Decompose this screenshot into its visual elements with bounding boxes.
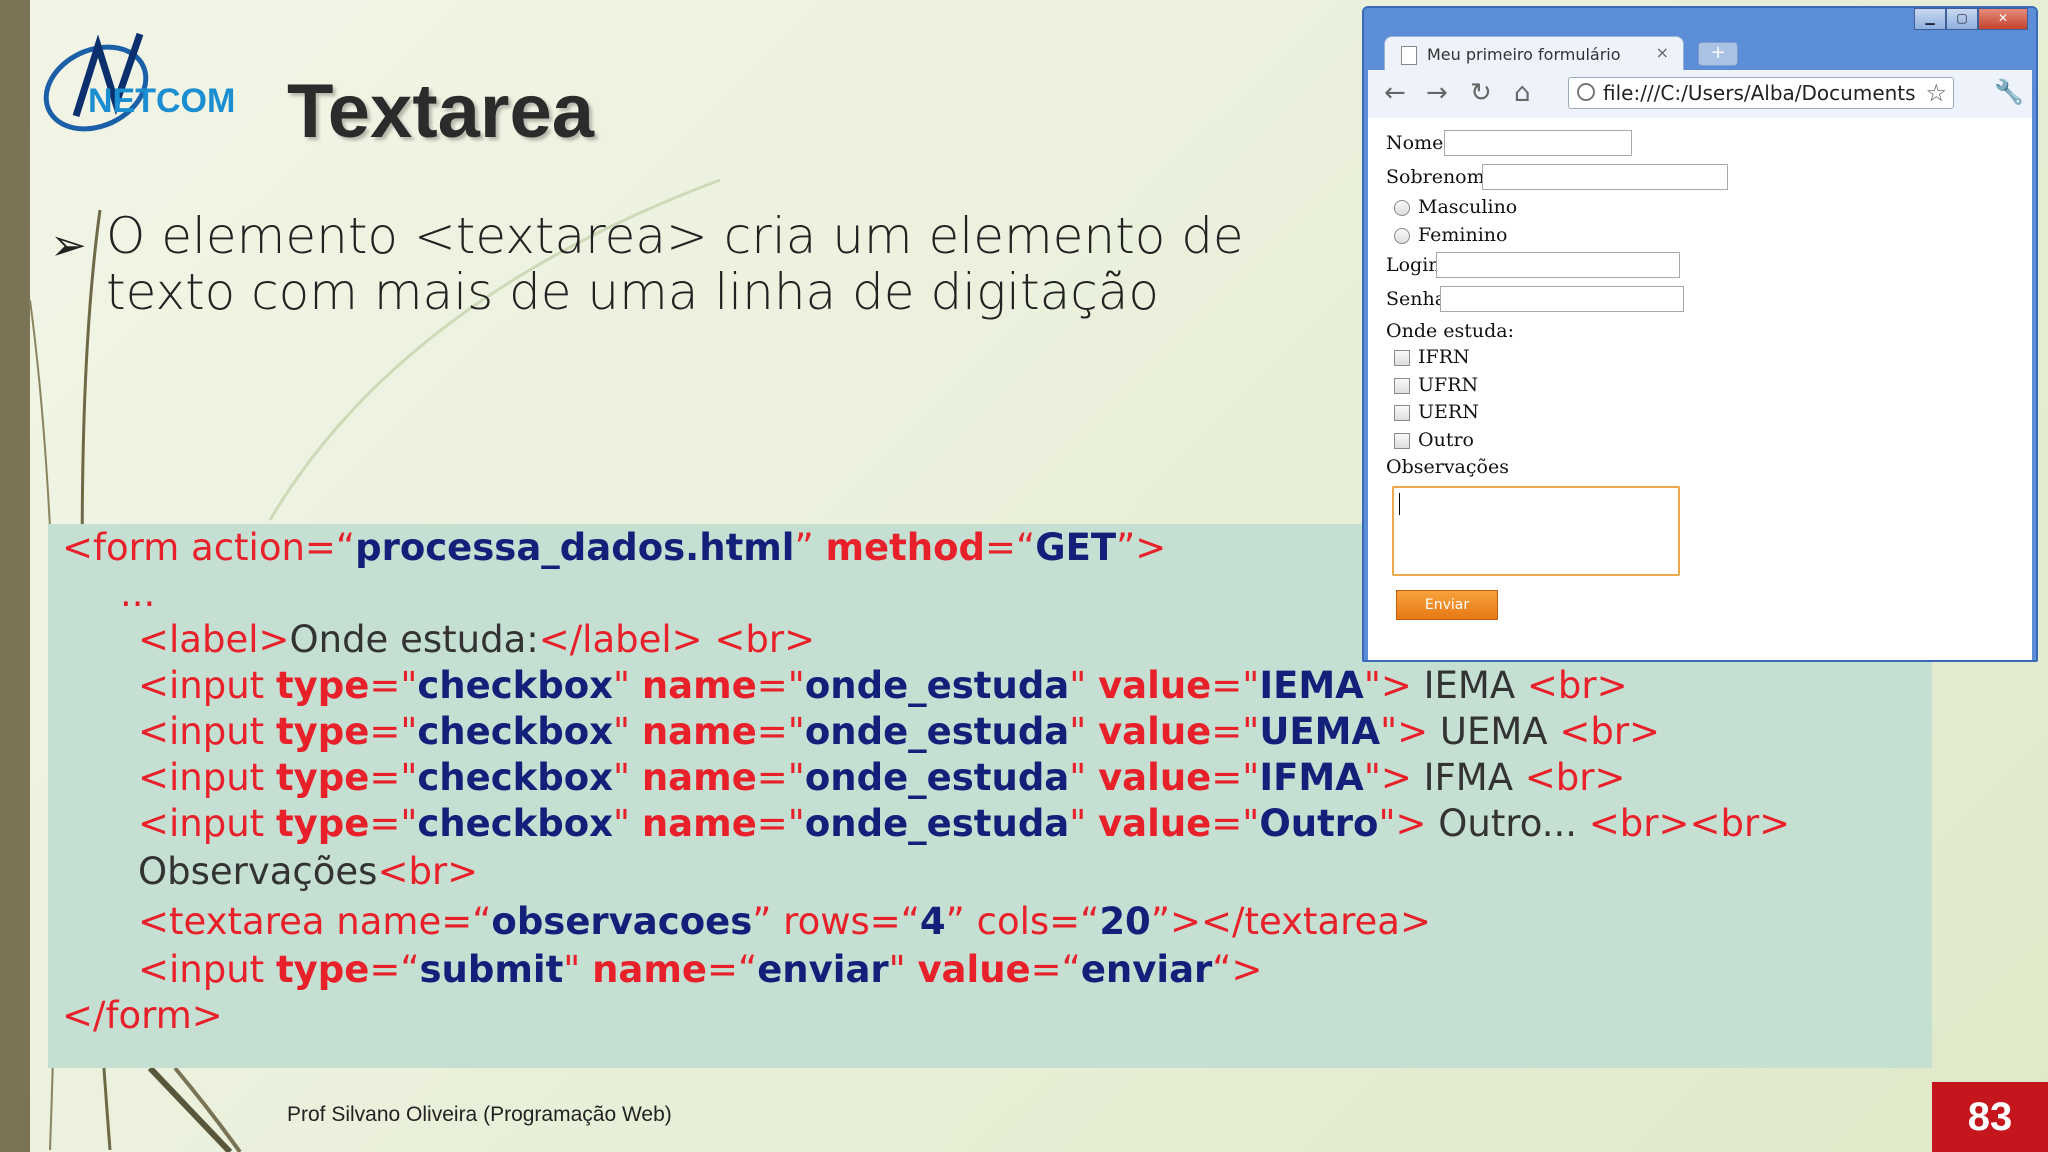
tab-close-icon[interactable]: ×	[1656, 43, 1669, 62]
slide-title: Textarea	[287, 69, 595, 154]
svg-text:NETCOM: NETCOM	[88, 82, 235, 120]
wrench-menu-icon[interactable]: 🔧	[1994, 78, 2024, 106]
label-outro: Outro	[1418, 429, 1474, 451]
back-arrow-icon[interactable]: ←	[1384, 78, 1406, 108]
code-line-2: ...	[120, 572, 156, 615]
address-bar[interactable]: file:///C:/Users/Alba/Documents ☆	[1568, 77, 1954, 109]
code-line-11: </form>	[62, 994, 223, 1037]
home-icon[interactable]: ⌂	[1514, 78, 1531, 108]
reload-icon[interactable]: ↻	[1470, 78, 1492, 108]
browser-window: ▁ ▢ ✕ Meu primeiro formulário × + ← → ↻ …	[1362, 6, 2038, 662]
label-nome: Nome:	[1386, 132, 1450, 154]
bullet-arrow-icon: ➢	[50, 220, 87, 271]
input-senha[interactable]	[1440, 286, 1684, 312]
checkbox-ifrn[interactable]	[1394, 350, 1410, 366]
code-line-10: <input type=“submit" name=“enviar" value…	[138, 948, 1263, 991]
forward-arrow-icon[interactable]: →	[1426, 78, 1448, 108]
close-window-button[interactable]: ✕	[1978, 8, 2028, 30]
label-login: Login	[1386, 254, 1441, 276]
code-line-7: <input type="checkbox" name="onde_estuda…	[138, 802, 1791, 845]
text-caret	[1399, 493, 1400, 515]
code-line-4: <input type="checkbox" name="onde_estuda…	[138, 664, 1628, 707]
page-content: Nome: Sobrenome: Masculino Feminino Logi…	[1368, 118, 2032, 660]
label-masculino: Masculino	[1418, 196, 1518, 218]
radio-masculino[interactable]	[1394, 200, 1410, 216]
checkbox-uern[interactable]	[1394, 405, 1410, 421]
new-tab-button[interactable]: +	[1698, 42, 1738, 66]
bookmark-star-icon[interactable]: ☆	[1925, 79, 1947, 107]
tab-title: Meu primeiro formulário	[1427, 45, 1621, 64]
window-controls: ▁ ▢ ✕	[1914, 8, 2028, 30]
maximize-button[interactable]: ▢	[1946, 8, 1978, 30]
page-number: 83	[1932, 1082, 2048, 1152]
netcom-logo: NETCOM	[43, 32, 235, 132]
label-uern: UERN	[1418, 401, 1479, 423]
browser-tab[interactable]: Meu primeiro formulário ×	[1384, 36, 1684, 72]
code-line-1: <form action=“processa_dados.html” metho…	[62, 526, 1167, 569]
input-nome[interactable]	[1444, 130, 1632, 156]
submit-button[interactable]: Enviar	[1396, 590, 1498, 620]
footer-author: Prof Silvano Oliveira (Programação Web)	[287, 1103, 672, 1126]
textarea-observacoes[interactable]	[1392, 486, 1680, 576]
url-text: file:///C:/Users/Alba/Documents	[1603, 81, 1916, 105]
label-observacoes: Observações	[1386, 456, 1509, 478]
code-line-3: <label>Onde estuda:</label> <br>	[138, 618, 816, 661]
code-line-8: Observações<br>	[138, 850, 479, 893]
browser-toolbar: ← → ↻ ⌂ file:///C:/Users/Alba/Documents …	[1368, 70, 2032, 118]
label-ufrn: UFRN	[1418, 374, 1479, 396]
checkbox-ufrn[interactable]	[1394, 378, 1410, 394]
radio-feminino[interactable]	[1394, 228, 1410, 244]
code-line-6: <input type="checkbox" name="onde_estuda…	[138, 756, 1626, 799]
input-sobrenome[interactable]	[1482, 164, 1728, 190]
label-feminino: Feminino	[1418, 224, 1508, 246]
globe-icon	[1577, 83, 1595, 101]
checkbox-outro[interactable]	[1394, 433, 1410, 449]
bullet-text: O elemento <textarea> cria um elemento d…	[106, 207, 1244, 321]
input-login[interactable]	[1436, 252, 1680, 278]
page-icon	[1401, 46, 1417, 65]
label-ifrn: IFRN	[1418, 346, 1470, 368]
label-onde-estuda: Onde estuda:	[1386, 320, 1515, 342]
minimize-button[interactable]: ▁	[1914, 8, 1946, 30]
label-senha: Senha	[1386, 288, 1447, 310]
code-line-9: <textarea name=“observacoes” rows=“4” co…	[138, 900, 1431, 943]
code-line-5: <input type="checkbox" name="onde_estuda…	[138, 710, 1661, 753]
